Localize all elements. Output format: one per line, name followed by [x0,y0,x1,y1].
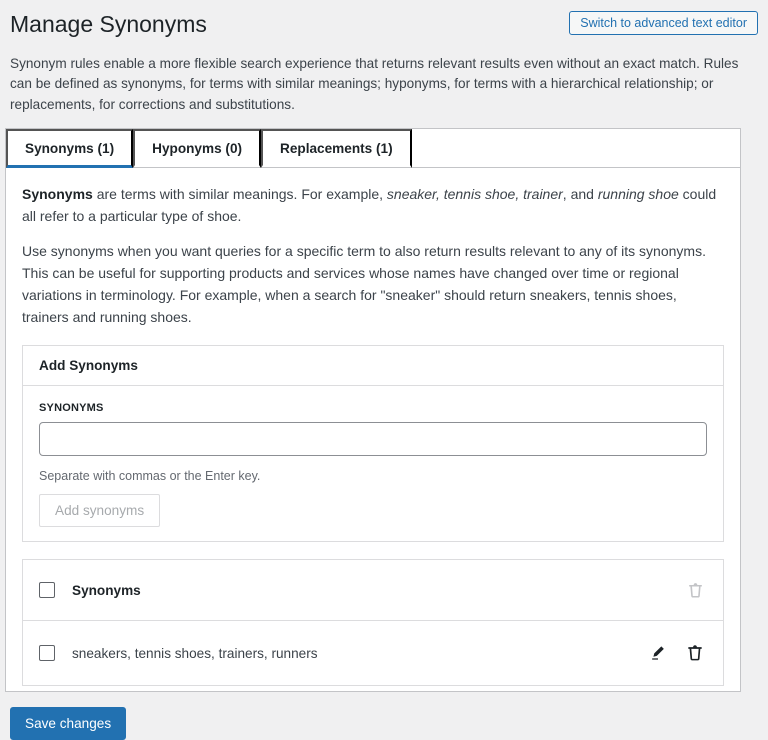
synonyms-intro-text: Synonyms are terms with similar meanings… [22,184,724,227]
page-description: Synonym rules enable a more flexible sea… [10,55,739,112]
page-title: Manage Synonyms [10,11,207,37]
save-changes-button[interactable]: Save changes [10,707,127,740]
tab-bar: Synonyms (1) Hyponyms (0) Replacements (… [6,129,740,169]
switch-editor-button[interactable]: Switch to advanced text editor [569,11,758,35]
synonyms-input[interactable] [39,422,707,457]
synonyms-card: Synonyms (1) Hyponyms (0) Replacements (… [5,128,741,693]
trash-icon [688,582,702,598]
table-header-row: Synonyms [23,560,723,622]
delete-row-button[interactable] [683,641,707,665]
tab-synonyms[interactable]: Synonyms (1) [6,129,134,169]
intro-italic-1: sneaker, tennis shoe, trainer [386,186,563,203]
trash-icon [688,645,702,661]
row-actions [646,641,707,665]
synonyms-field-label: SYNONYMS [39,402,104,415]
row-checkbox[interactable] [39,645,55,662]
intro-text-1: are terms with similar meanings. For exa… [92,186,387,203]
synonyms-input-help: Separate with commas or the Enter key. [39,469,261,484]
table-row: sneakers, tennis shoes, trainers, runner… [23,621,723,685]
bulk-delete-button[interactable] [683,578,707,602]
edit-row-button[interactable] [646,641,670,665]
intro-bold: Synonyms [22,186,93,203]
tab-replacements[interactable]: Replacements (1) [261,129,412,169]
add-synonyms-panel-body: SYNONYMS Separate with commas or the Ent… [23,386,723,541]
synonyms-table: Synonyms sneakers, tennis shoes, trainer… [22,559,724,687]
add-synonyms-panel: Add Synonyms SYNONYMS Separate with comm… [22,345,724,543]
add-synonyms-button[interactable]: Add synonyms [39,494,161,528]
synonyms-usage-text: Use synonyms when you want queries for a… [22,243,706,325]
intro-italic-2: running shoe [597,186,679,203]
table-header-label: Synonyms [72,582,141,598]
select-all-checkbox[interactable] [39,582,55,599]
add-synonyms-panel-title: Add Synonyms [23,346,723,387]
manage-synonyms-page: Manage Synonyms Switch to advanced text … [0,0,768,740]
pencil-icon [652,646,664,660]
tab-hyponyms[interactable]: Hyponyms (0) [133,129,262,169]
intro-text-2: , and [562,186,598,203]
page-header: Manage Synonyms Switch to advanced text … [10,10,758,40]
synonyms-tab-panel: Synonyms are terms with similar meanings… [6,168,740,691]
synonym-set-value: sneakers, tennis shoes, trainers, runner… [72,645,318,661]
